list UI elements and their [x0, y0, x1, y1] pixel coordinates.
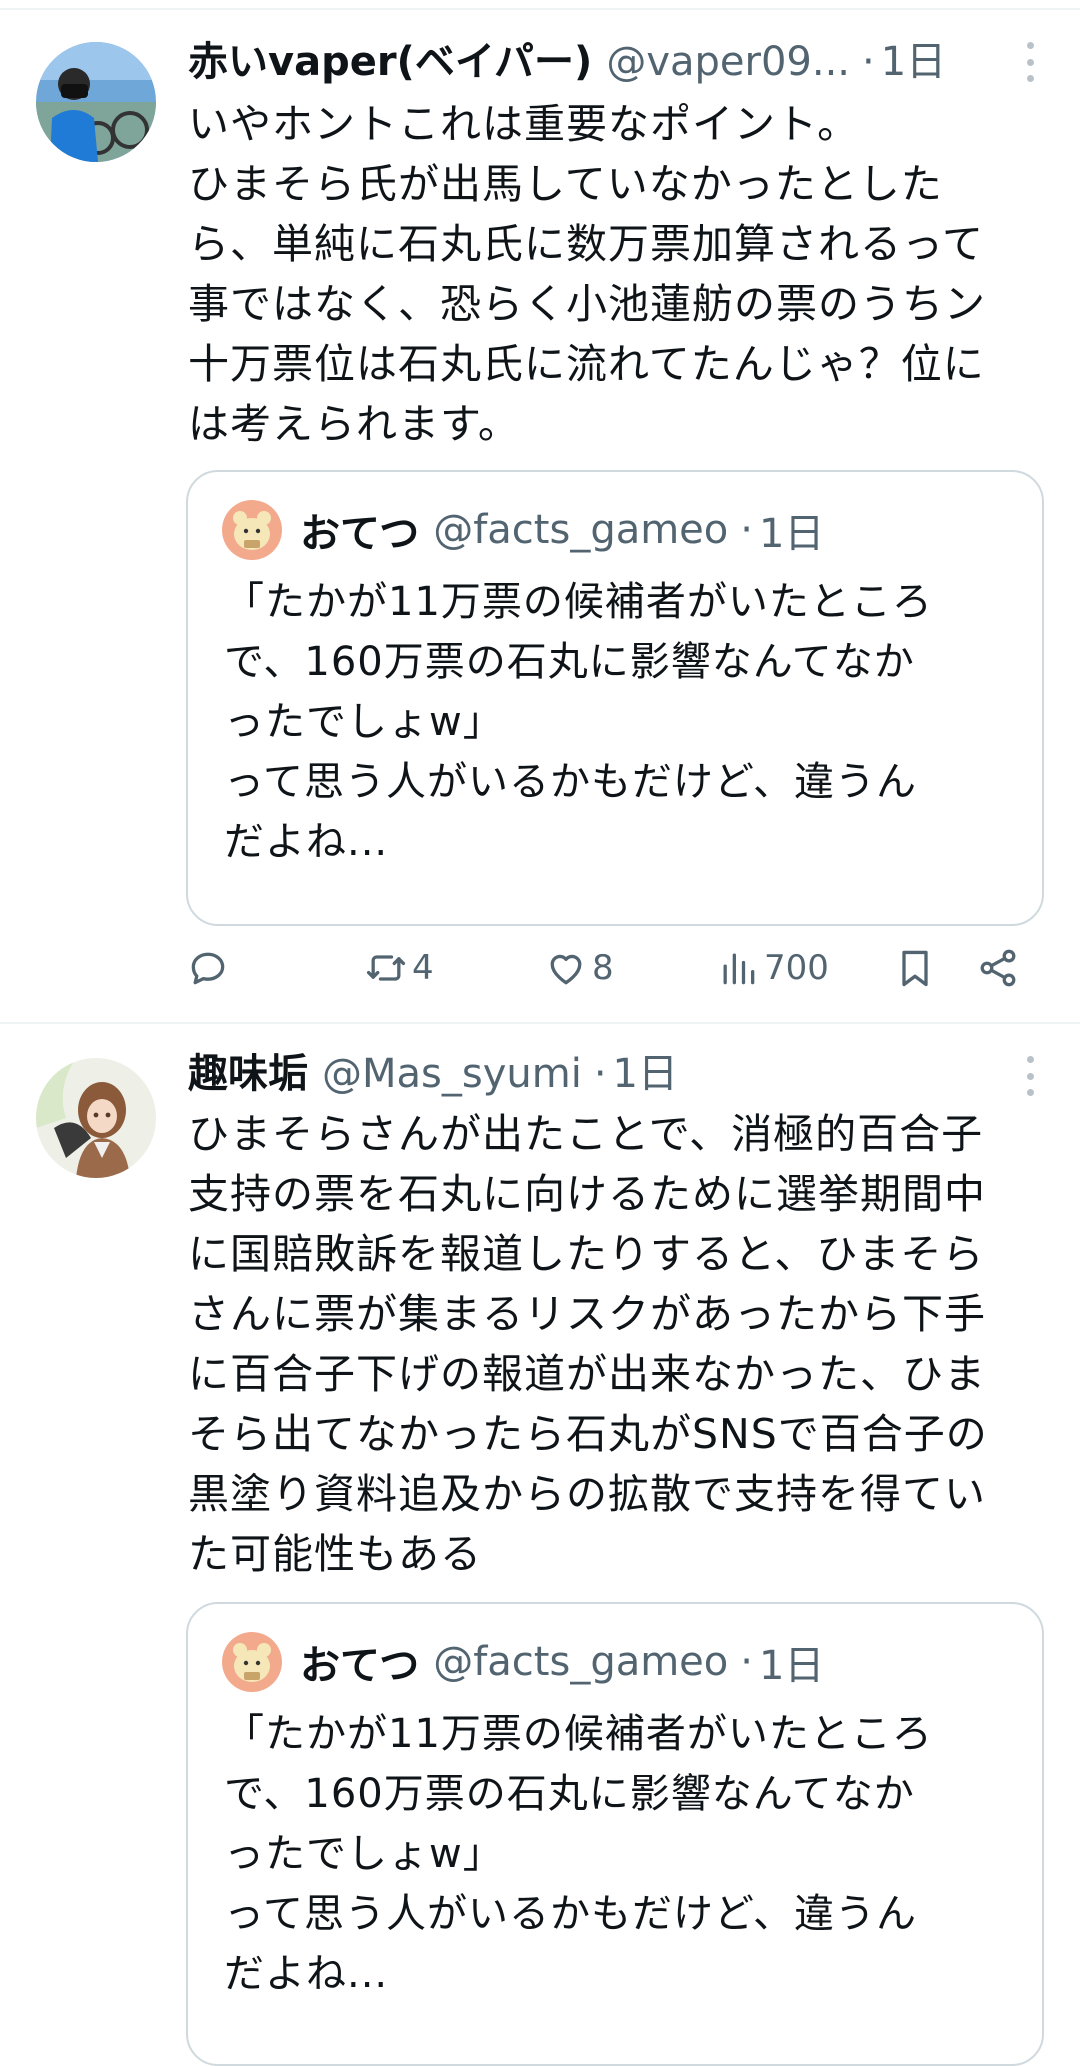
views-button[interactable]: 700	[716, 938, 829, 998]
separator-dot: ·	[740, 1639, 753, 1685]
quoted-timestamp: 1日	[758, 511, 825, 557]
like-button[interactable]: 8	[544, 938, 614, 998]
tweet-header: 趣味垢 @Mas_syumi · 1日	[188, 1042, 1050, 1106]
tweet-text: ひまそらさんが出たことで、消極的百合子 支持の票を石丸に向けるために選挙期間中 …	[188, 1110, 988, 1578]
like-count: 8	[592, 948, 614, 988]
quoted-tweet-text: 「たかが11万票の候補者がいたところ で、160万票の石丸に影響なんてなか った…	[224, 1711, 933, 1997]
user-handle[interactable]: @vaper09...	[606, 30, 850, 94]
tweet-text: いやホントこれは重要なポイント。 ひまそら氏が出馬していなかったとした ら、単純…	[188, 100, 986, 448]
quoted-tweet[interactable]: おてつ @facts_gameo · 1日 「たかが11万票の候補者がいたところ…	[186, 470, 1044, 926]
reply-icon	[191, 952, 225, 985]
more-vertical-icon[interactable]	[1018, 1056, 1042, 1096]
view-count: 700	[764, 948, 829, 988]
tweet-actions: 4 8 700	[0, 938, 1080, 998]
share-icon	[980, 949, 1016, 987]
timestamp[interactable]: 1日	[881, 30, 946, 94]
quoted-avatar	[222, 500, 282, 560]
quoted-display-name: おてつ	[300, 511, 420, 557]
bookmark-icon	[902, 950, 928, 987]
quoted-display-name: おてつ	[300, 1643, 420, 1689]
timeline-feed: 赤いvaper(ベイパー) @vaper09... · 1日 いやホントこれは重…	[0, 0, 1080, 2066]
retweet-count: 4	[412, 948, 434, 988]
user-handle[interactable]: @Mas_syumi	[322, 1042, 582, 1106]
quoted-tweet[interactable]: おてつ @facts_gameo · 1日 「たかが11万票の候補者がいたところ…	[186, 1602, 1044, 2066]
separator-dot: ·	[593, 1051, 607, 1097]
quoted-tweet-header: おてつ @facts_gameo · 1日	[222, 500, 1012, 560]
quoted-user-handle: @facts_gameo	[433, 507, 729, 553]
bookmark-button[interactable]	[893, 938, 937, 998]
quoted-tweet-header: おてつ @facts_gameo · 1日	[222, 1632, 1012, 1692]
share-button[interactable]	[976, 938, 1020, 998]
tweet-header: 赤いvaper(ベイパー) @vaper09... · 1日	[188, 30, 1050, 94]
separator-dot: ·	[862, 39, 875, 85]
display-name[interactable]: 趣味垢	[188, 1042, 308, 1106]
quoted-avatar	[222, 1632, 282, 1692]
reply-button[interactable]	[186, 938, 230, 998]
views-chart-icon	[723, 953, 755, 985]
more-vertical-icon[interactable]	[1018, 42, 1042, 82]
tweet[interactable]: 赤いvaper(ベイパー) @vaper09... · 1日 いやホントこれは重…	[0, 10, 1080, 1024]
quoted-user-handle: @facts_gameo	[433, 1639, 729, 1685]
separator-dot: ·	[740, 507, 753, 553]
quoted-tweet-text: 「たかが11万票の候補者がいたところ で、160万票の石丸に影響なんてなか った…	[224, 579, 933, 865]
tweet[interactable]: 趣味垢 @Mas_syumi · 1日 ひまそらさんが出たことで、消極的百合子 …	[0, 1024, 1080, 2066]
quoted-timestamp: 1日	[758, 1643, 825, 1689]
heart-icon	[550, 954, 582, 985]
retweet-button[interactable]: 4	[364, 938, 434, 998]
avatar[interactable]	[36, 42, 156, 162]
retweet-icon	[366, 955, 406, 981]
avatar[interactable]	[36, 1058, 156, 1178]
timestamp[interactable]: 1日	[613, 1042, 678, 1106]
display-name[interactable]: 赤いvaper(ベイパー)	[188, 30, 592, 94]
